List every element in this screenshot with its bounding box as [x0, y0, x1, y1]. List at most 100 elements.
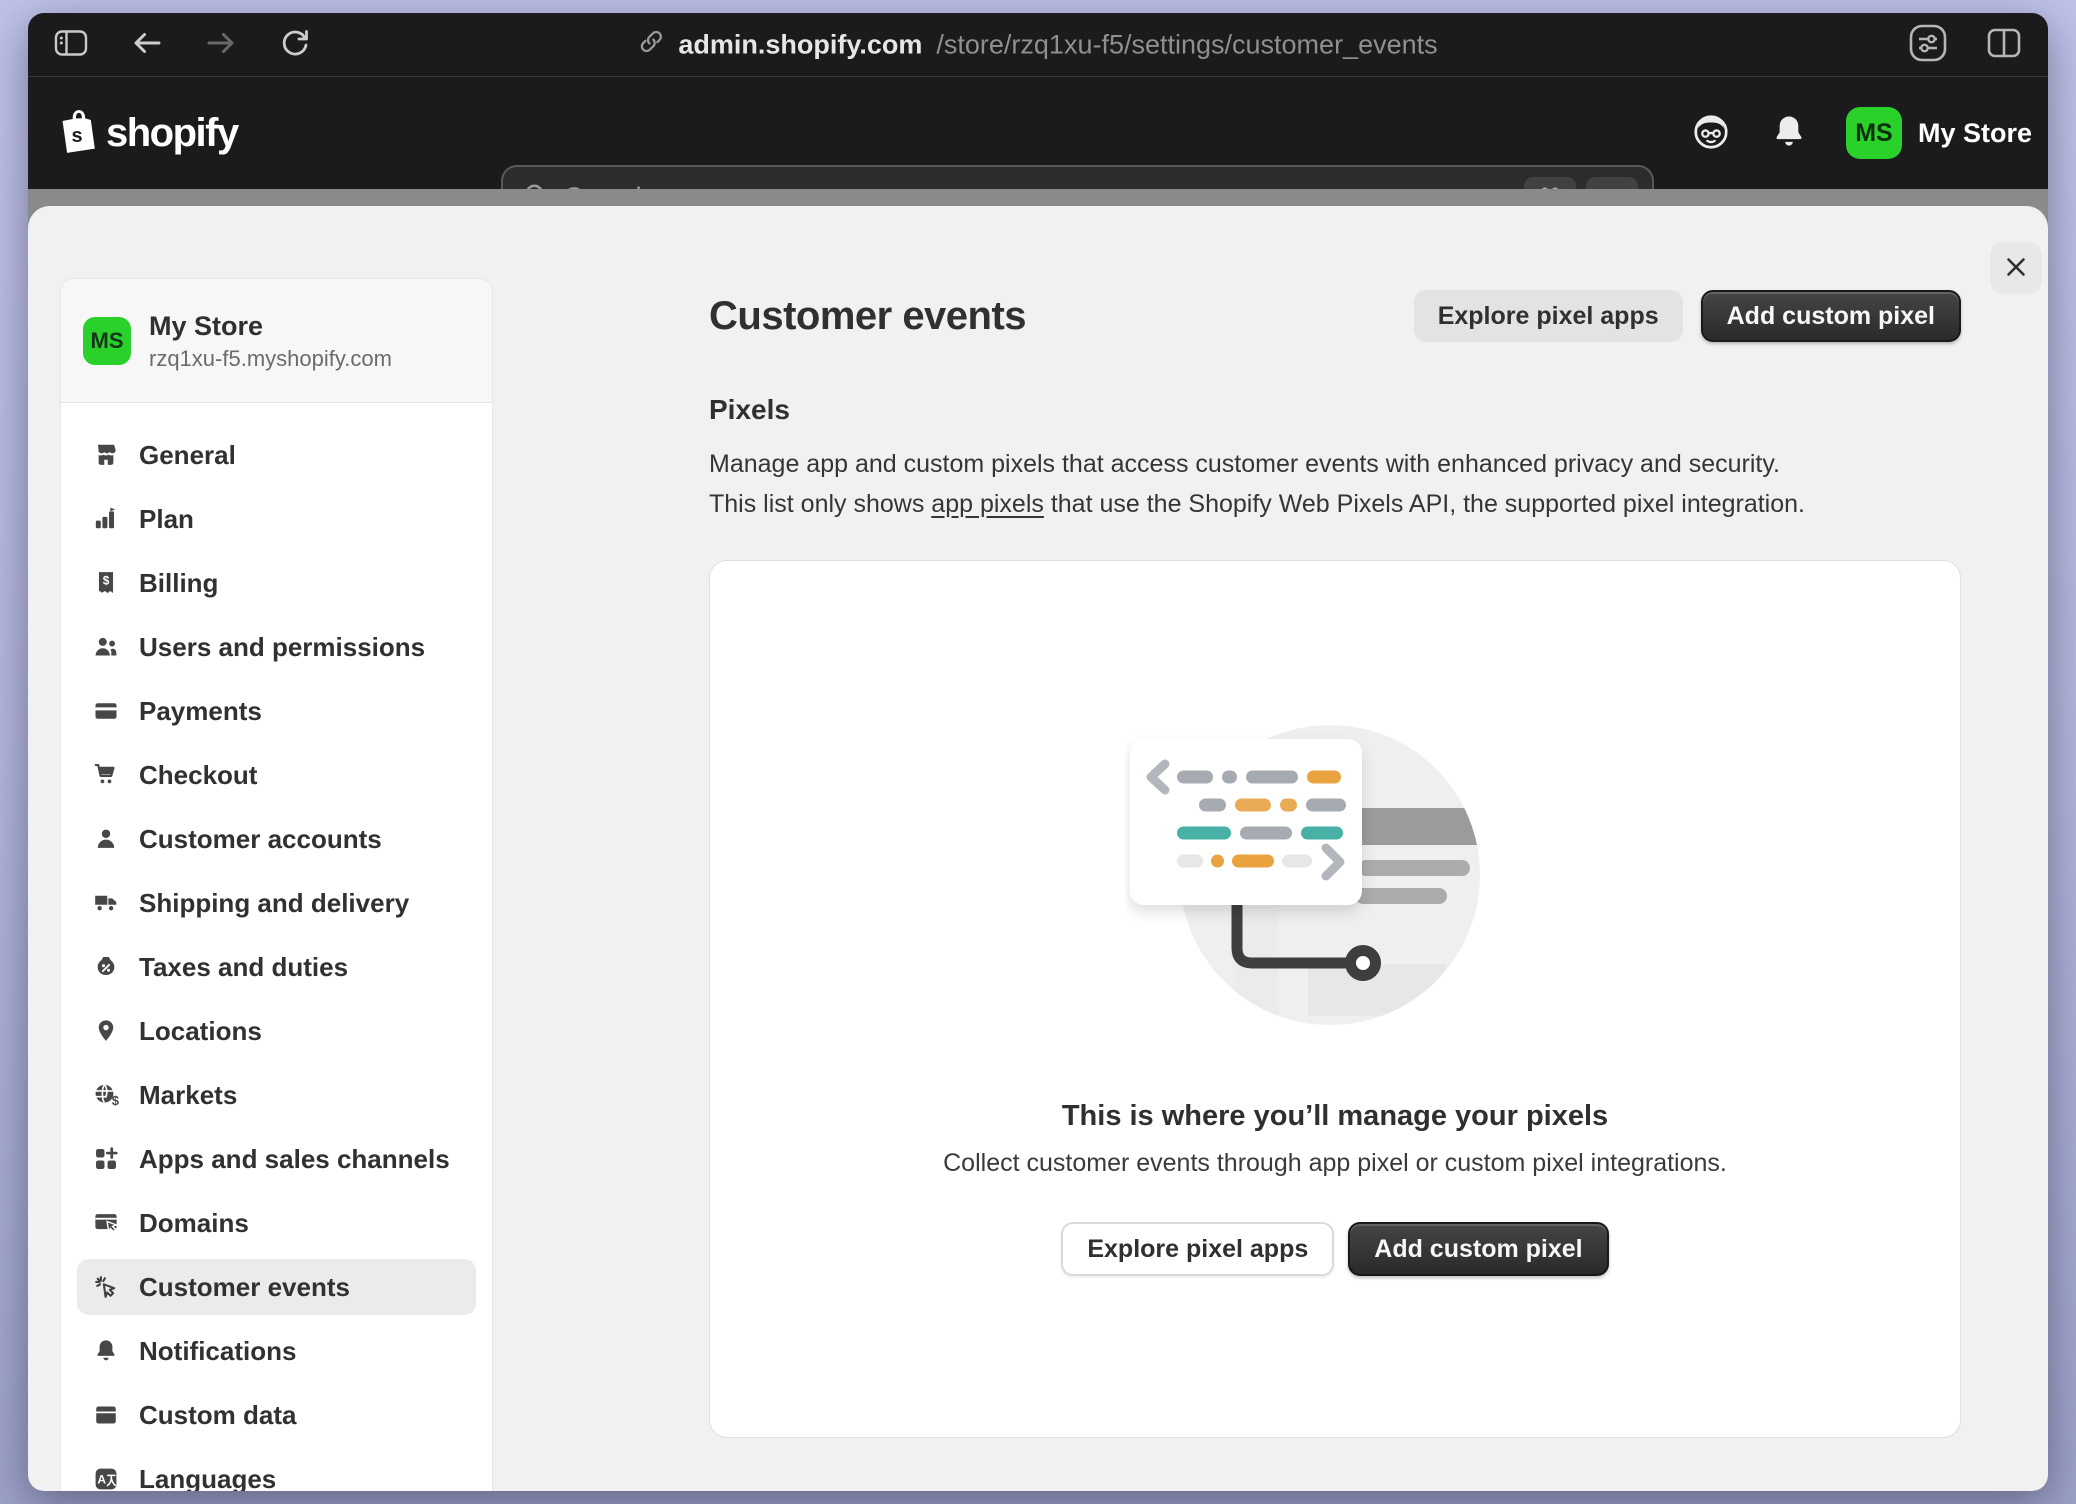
- store-domain: rzq1xu-f5.myshopify.com: [149, 346, 392, 372]
- account-chip[interactable]: MS My Store: [1846, 107, 2032, 159]
- sidebar-item-label: Custom data: [139, 1400, 296, 1431]
- sidebar-item-label: Customer events: [139, 1272, 350, 1303]
- tune-button[interactable]: [1908, 23, 1948, 66]
- plan-icon: [93, 506, 119, 532]
- sidebar-item-markets[interactable]: $Markets: [77, 1067, 476, 1123]
- browser-toolbar: admin.shopify.com/store/rzq1xu-f5/settin…: [28, 13, 2048, 77]
- sidebar-item-label: Domains: [139, 1208, 249, 1239]
- tax-icon: [93, 954, 119, 980]
- sidebar-item-languages[interactable]: A Languages: [77, 1451, 476, 1491]
- sidebar-item-customer-accounts[interactable]: Customer accounts: [77, 811, 476, 867]
- close-icon: [2001, 252, 2031, 285]
- cart-icon: [93, 762, 119, 788]
- sidebar-panel-icon: [54, 29, 88, 60]
- sidebar-toggle-button[interactable]: [54, 29, 88, 60]
- persona-face-icon: [1690, 111, 1732, 156]
- admin-page-backdrop: MS My Store rzq1xu-f5.myshopify.com Gene…: [28, 189, 2048, 1491]
- sidebar-item-plan[interactable]: Plan: [77, 491, 476, 547]
- languages-icon: A: [93, 1466, 119, 1491]
- svg-text:s: s: [72, 124, 83, 146]
- sidebar-item-customer-events[interactable]: Customer events: [77, 1259, 476, 1315]
- sidebar-item-custom-data[interactable]: Custom data: [77, 1387, 476, 1443]
- pixels-description: Manage app and custom pixels that access…: [709, 444, 1961, 524]
- data-icon: [93, 1402, 119, 1428]
- settings-modal: MS My Store rzq1xu-f5.myshopify.com Gene…: [28, 206, 2048, 1491]
- sidebar-item-notifications[interactable]: Notifications: [77, 1323, 476, 1379]
- pin-icon: [93, 1018, 119, 1044]
- sidebar-item-billing[interactable]: $Billing: [77, 555, 476, 611]
- sidebar-item-users-and-permissions[interactable]: Users and permissions: [77, 619, 476, 675]
- sidebar-item-label: Checkout: [139, 760, 257, 791]
- sidebar-item-domains[interactable]: Domains: [77, 1195, 476, 1251]
- reload-icon: [280, 28, 310, 61]
- reload-button[interactable]: [280, 28, 310, 61]
- svg-text:$: $: [103, 574, 110, 588]
- domains-icon: [93, 1210, 119, 1236]
- shopify-logo[interactable]: s shopify: [58, 108, 238, 159]
- explore-pixel-apps-button[interactable]: Explore pixel apps: [1414, 290, 1683, 342]
- billing-icon: $: [93, 570, 119, 596]
- url-path: /store/rzq1xu-f5/settings/customer_event…: [936, 29, 1437, 60]
- users-icon: [93, 634, 119, 660]
- sidebar-item-general[interactable]: General: [77, 427, 476, 483]
- person-icon: [93, 826, 119, 852]
- sidebar-item-label: Plan: [139, 504, 194, 535]
- sidebar-item-label: Locations: [139, 1016, 262, 1047]
- pixels-empty-card: This is where you’ll manage your pixels …: [709, 560, 1961, 1438]
- truck-icon: [93, 890, 119, 916]
- forward-button[interactable]: [206, 29, 236, 60]
- empty-state-subtext: Collect customer events through app pixe…: [943, 1149, 1727, 1178]
- forward-arrow-icon: [206, 29, 236, 60]
- description-line-1: Manage app and custom pixels that access…: [709, 444, 1961, 484]
- screen: admin.shopify.com/store/rzq1xu-f5/settin…: [0, 0, 2076, 1504]
- store-card: MS My Store rzq1xu-f5.myshopify.com: [61, 279, 492, 403]
- pixels-illustration: [1125, 717, 1545, 1052]
- globe-icon: $: [93, 1082, 119, 1108]
- sidebar-item-label: Shipping and delivery: [139, 888, 409, 919]
- link-icon: [638, 28, 664, 61]
- sidebar-item-label: Apps and sales channels: [139, 1144, 450, 1175]
- persona-button[interactable]: [1690, 111, 1732, 156]
- store-name: My Store: [149, 310, 392, 342]
- sidebar-item-shipping-and-delivery[interactable]: Shipping and delivery: [77, 875, 476, 931]
- empty-explore-pixel-apps-button[interactable]: Explore pixel apps: [1061, 1222, 1334, 1276]
- back-button[interactable]: [132, 29, 162, 60]
- sidebar-item-label: General: [139, 440, 236, 471]
- app-pixels-link[interactable]: app pixels: [931, 490, 1044, 518]
- close-button[interactable]: [1990, 242, 2042, 294]
- settings-sidebar: MS My Store rzq1xu-f5.myshopify.com Gene…: [60, 278, 493, 1491]
- add-custom-pixel-button[interactable]: Add custom pixel: [1701, 290, 1961, 342]
- url-host: admin.shopify.com: [678, 29, 922, 60]
- svg-text:A: A: [97, 1473, 106, 1487]
- browser-window: admin.shopify.com/store/rzq1xu-f5/settin…: [28, 13, 2048, 1491]
- notifications-button[interactable]: [1770, 113, 1808, 154]
- empty-add-custom-pixel-button[interactable]: Add custom pixel: [1348, 1222, 1608, 1276]
- shopify-bag-icon: s: [58, 108, 98, 159]
- payments-icon: [93, 698, 119, 724]
- events-icon: [93, 1274, 119, 1300]
- sidebar-item-locations[interactable]: Locations: [77, 1003, 476, 1059]
- split-view-icon: [1986, 27, 2022, 62]
- description-line-2: This list only shows app pixels that use…: [709, 484, 1961, 524]
- sidebar-item-label: Languages: [139, 1464, 276, 1492]
- url-bar[interactable]: admin.shopify.com/store/rzq1xu-f5/settin…: [638, 28, 1437, 61]
- sidebar-item-apps-and-sales-channels[interactable]: Apps and sales channels: [77, 1131, 476, 1187]
- sidebar-item-label: Payments: [139, 696, 262, 727]
- split-view-button[interactable]: [1986, 27, 2022, 62]
- sidebar-item-label: Taxes and duties: [139, 952, 348, 983]
- svg-text:$: $: [112, 1093, 119, 1108]
- sidebar-item-checkout[interactable]: Checkout: [77, 747, 476, 803]
- store-icon: [93, 442, 119, 468]
- sidebar-item-label: Notifications: [139, 1336, 296, 1367]
- section-heading-pixels: Pixels: [709, 394, 1961, 426]
- tune-sliders-icon: [1908, 23, 1948, 66]
- sidebar-item-payments[interactable]: Payments: [77, 683, 476, 739]
- page-title: Customer events: [709, 294, 1414, 339]
- sidebar-nav: General Plan $Billing Users and permissions…: [61, 403, 492, 1491]
- sidebar-item-taxes-and-duties[interactable]: Taxes and duties: [77, 939, 476, 995]
- sidebar-item-label: Customer accounts: [139, 824, 382, 855]
- admin-header: s shopify Search ⌘ K: [28, 77, 2048, 189]
- bell-icon: [1770, 113, 1808, 154]
- empty-state-heading: This is where you’ll manage your pixels: [1062, 1100, 1608, 1133]
- content-header: Customer events Explore pixel apps Add c…: [709, 290, 1961, 342]
